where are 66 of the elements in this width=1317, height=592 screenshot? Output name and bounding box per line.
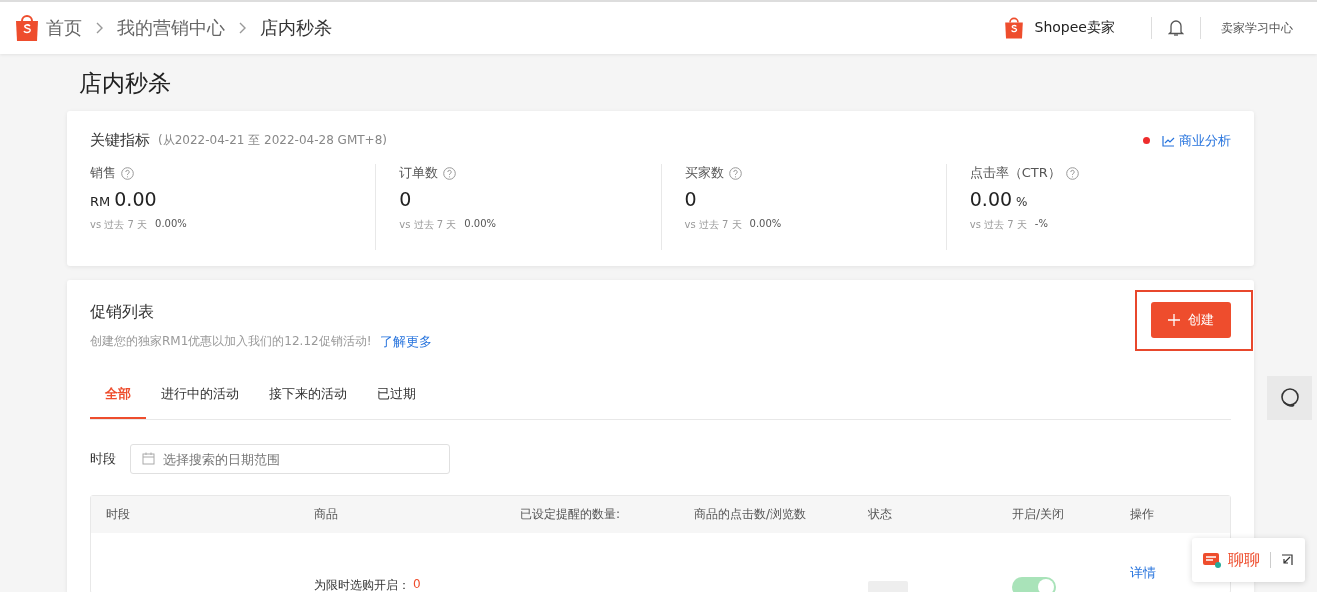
support-button[interactable] <box>1267 376 1312 420</box>
plus-icon <box>1168 314 1180 326</box>
line-chart-icon <box>1162 134 1175 147</box>
learning-center-link[interactable]: 卖家学习中心 <box>1221 19 1293 37</box>
tab[interactable]: 进行中的活动 <box>146 373 254 419</box>
breadcrumb-link[interactable]: 店内秒杀 <box>260 16 332 40</box>
notification-bell-icon[interactable] <box>1168 19 1184 37</box>
notification-dot-icon <box>1143 137 1150 144</box>
metric-value: 0.00 <box>114 188 157 210</box>
change-value: 0.00% <box>155 218 187 231</box>
chevron-icon <box>96 22 103 34</box>
comparison-label: vs 过去 7 天 <box>969 218 1027 232</box>
shopping-bag-logo-icon <box>14 13 40 43</box>
help-icon[interactable] <box>1065 166 1079 180</box>
filter-label: 时段 <box>90 450 116 468</box>
shopping-bag-logo-icon <box>1002 16 1025 40</box>
date-range-field[interactable]: 选择搜索的日期范围 <box>130 444 450 474</box>
brand-name: Shopee卖家 <box>1034 19 1115 37</box>
details-link[interactable]: 详情 <box>1130 564 1156 582</box>
comparison-label: vs 过去 7 天 <box>684 218 742 232</box>
chevron-icon <box>239 22 246 34</box>
product-count: 0 <box>413 576 421 592</box>
unit-label: % <box>1016 195 1028 209</box>
metric-label: 销售 <box>90 164 116 182</box>
help-icon[interactable] <box>728 166 742 180</box>
metric-value: 0 <box>684 188 697 210</box>
column-header: 操作 <box>1129 506 1155 523</box>
chat-label: 聊聊 <box>1228 549 1260 571</box>
page-title: 店内秒杀 <box>78 69 172 98</box>
comparison-label: vs 过去 7 天 <box>90 218 148 232</box>
currency-label: RM <box>90 194 111 209</box>
column-header: 商品的点击数/浏览数 <box>693 506 808 523</box>
change-value: -% <box>1034 218 1048 231</box>
column-header: 时段 <box>105 506 131 523</box>
chat-bubble-icon <box>1202 551 1222 569</box>
chat-widget[interactable]: 聊聊 <box>1192 538 1305 582</box>
column-header: 开启/关闭 <box>1011 506 1066 523</box>
metric-value: 0 <box>399 188 412 210</box>
column-header: 已设定提醒的数量: <box>519 506 622 523</box>
change-value: 0.00% <box>464 218 497 231</box>
tab[interactable]: 接下来的活动 <box>254 373 362 419</box>
change-value: 0.00% <box>749 218 782 231</box>
help-icon[interactable] <box>121 166 134 180</box>
metric-label: 点击率（CTR） <box>969 164 1061 182</box>
section-title: 促销列表 <box>90 302 155 323</box>
section-title: 关键指标 <box>90 131 150 150</box>
column-header: 状态 <box>867 506 893 523</box>
create-button[interactable]: 创建 <box>1151 302 1231 338</box>
business-analysis-link[interactable]: 商业分析 <box>1162 131 1231 150</box>
learn-more-link[interactable]: 了解更多 <box>379 333 432 351</box>
date-range: (从2022-04-21 至 2022-04-28 GMT+8) <box>158 132 387 149</box>
expand-icon[interactable] <box>1281 554 1293 566</box>
breadcrumb-link[interactable]: 首页 <box>46 16 82 40</box>
breadcrumb-link[interactable]: 我的营销中心 <box>117 16 225 40</box>
description-text: 创建您的独家RM1优惠以加入我们的12.12促销活动! <box>90 333 372 350</box>
help-icon[interactable] <box>443 166 457 180</box>
tab[interactable]: 全部 <box>90 373 146 419</box>
metric-label: 买家数 <box>684 164 724 182</box>
column-header: 商品 <box>313 506 339 523</box>
metric-label: 订单数 <box>399 164 439 182</box>
tab[interactable]: 已过期 <box>362 373 431 419</box>
toggle-switch[interactable] <box>1012 577 1056 592</box>
metric-value: 0.00 <box>969 188 1013 210</box>
comparison-label: vs 过去 7 天 <box>399 218 457 232</box>
product-label: 为限时选购开启： <box>314 576 410 592</box>
calendar-icon <box>142 452 155 465</box>
